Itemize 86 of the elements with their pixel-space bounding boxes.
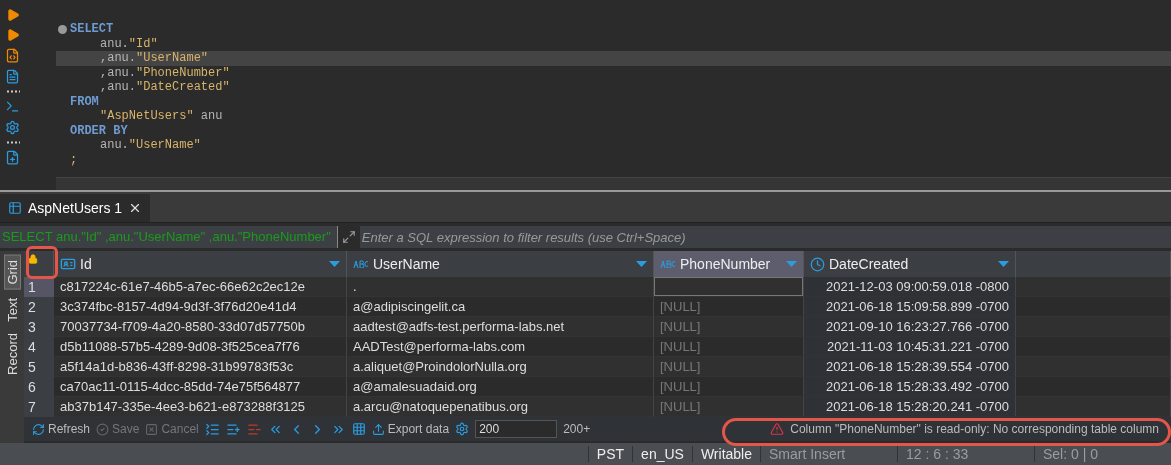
terminal-icon[interactable]	[5, 99, 20, 114]
table-cell: aadtest@adfs-test.performa-labs.net	[347, 317, 654, 337]
fold-icon[interactable]	[58, 25, 67, 34]
fetch-size-field[interactable]: 200	[475, 420, 558, 438]
status-item: Sel: 0 | 0	[1034, 446, 1171, 462]
toolbar-button[interactable]: Refresh	[32, 422, 91, 436]
dropdown-caret-icon[interactable]	[636, 261, 647, 267]
table-cell: ab37b147-335e-4ee3-b621-e873288f3125	[54, 397, 347, 417]
cancel-icon	[145, 422, 159, 436]
table-cell: d5b11088-57b5-4289-9d08-3f525cea7f76	[54, 337, 347, 357]
text-type-icon	[660, 260, 676, 268]
table-cell: [NULL]	[654, 377, 804, 397]
table-cell: [NULL]	[654, 297, 804, 317]
script-icon[interactable]	[5, 48, 20, 63]
settings-icon[interactable]	[5, 120, 20, 135]
table-cell: [NULL]	[654, 317, 804, 337]
document-icon[interactable]	[5, 69, 20, 84]
table-cell: AADTest@performa-labs.com	[347, 337, 654, 357]
table-cell: 2021-11-03 10:45:31.221 -0700	[804, 337, 1016, 357]
status-item: PST	[587, 446, 633, 462]
row-number[interactable]: 3	[24, 317, 54, 337]
table-cell: c817224c-61e7-46b5-a7ec-66e62c2ec12e	[54, 277, 347, 297]
expand-icon[interactable]	[341, 230, 356, 244]
export-button[interactable]: Export data	[371, 422, 450, 436]
table-cell: 2021-06-18 15:28:33.492 -0700	[804, 377, 1016, 397]
upload-icon	[371, 422, 385, 436]
table-cell: [NULL]	[654, 397, 804, 417]
column-header[interactable]: DateCreated	[804, 251, 1016, 277]
dropdown-caret-icon[interactable]	[329, 261, 340, 267]
result-tab[interactable]: AspNetUsers 1	[0, 194, 151, 222]
check-circle-icon	[96, 422, 110, 436]
table-cell: 70037734-f709-4a20-8580-33d07d57750b	[54, 317, 347, 337]
play-plus-icon[interactable]	[5, 28, 20, 42]
add-row-icon[interactable]	[225, 421, 241, 437]
table-cell: [NULL]	[654, 357, 804, 377]
table-cell: a@amalesuadaid.org	[347, 377, 654, 397]
table-cell: 3c374fbc-8157-4d94-9d3f-3f76d20e41d4	[54, 297, 347, 317]
play-icon[interactable]	[5, 8, 20, 22]
table-cell: .	[347, 277, 654, 297]
table-cell: a@adipiscingelit.ca	[347, 297, 654, 317]
table-cell: 2021-06-18 15:28:20.241 -0700	[804, 397, 1016, 417]
table-cell: 2021-06-18 15:28:39.554 -0700	[804, 357, 1016, 377]
text-type-icon	[353, 260, 369, 268]
dots-icon	[5, 90, 20, 93]
row-number[interactable]: 4	[24, 337, 54, 357]
column-header[interactable]: PhoneNumber	[654, 251, 804, 277]
row-number[interactable]: 7	[24, 397, 54, 417]
table-cell: ca70ac11-0115-4dcc-85dd-74e75f564877	[54, 377, 347, 397]
clock-icon	[810, 256, 825, 272]
filter-query: SELECT anu."Id" ,anu."UserName" ,anu."PhoneNumber"	[0, 226, 338, 248]
status-item: Smart Insert	[760, 446, 897, 462]
id-card-icon	[60, 256, 76, 272]
grid-icon[interactable]	[351, 422, 366, 436]
table-cell: a.aliquet@ProindolorNulla.org	[347, 357, 654, 377]
column-header[interactable]: UserName	[347, 251, 654, 277]
table-cell: 2021-12-03 09:00:59.018 -0800	[804, 277, 1016, 297]
view-tab[interactable]: Text	[4, 293, 20, 326]
edit-row-icon[interactable]	[204, 421, 220, 437]
fetch-all-button[interactable]: 200+	[563, 422, 591, 436]
status-item: Writable	[691, 446, 760, 462]
table-icon	[8, 201, 22, 215]
table-cell: a5f14a1d-b836-43ff-8298-31b99783f53c	[54, 357, 347, 377]
dots-icon	[5, 141, 20, 144]
delete-row-icon[interactable]	[246, 421, 262, 437]
column-header[interactable]: Id	[54, 251, 347, 277]
table-cell: a.arcu@natoquepenatibus.org	[347, 397, 654, 417]
table-cell: [NULL]	[654, 337, 804, 357]
view-tab[interactable]: Grid	[3, 255, 21, 290]
view-tab[interactable]: Record	[4, 329, 20, 380]
lock-icon	[28, 254, 38, 264]
annotation-box	[26, 246, 58, 279]
status-item: en_US	[632, 446, 692, 462]
status-item: 12 : 6 : 33	[897, 446, 1034, 462]
row-number[interactable]: 6	[24, 377, 54, 397]
filter-field[interactable]: Enter a SQL expression to filter results (use Ctrl+Space)	[359, 226, 1171, 248]
row-number[interactable]: 5	[24, 357, 54, 377]
settings-icon[interactable]	[455, 422, 470, 436]
refresh-icon	[32, 422, 45, 436]
table-cell: 2021-06-18 15:09:58.899 -0700	[804, 297, 1016, 317]
table-cell: 2021-09-10 16:23:27.766 -0700	[804, 317, 1016, 337]
row-number[interactable]: 2	[24, 297, 54, 317]
warning-icon	[770, 422, 785, 436]
warning-message: Column "PhoneNumber" is read-only: No corresponding table column	[790, 422, 1159, 436]
dropdown-caret-icon[interactable]	[998, 261, 1009, 267]
row-number[interactable]: 1	[24, 277, 54, 297]
new-file-icon[interactable]	[5, 150, 20, 165]
